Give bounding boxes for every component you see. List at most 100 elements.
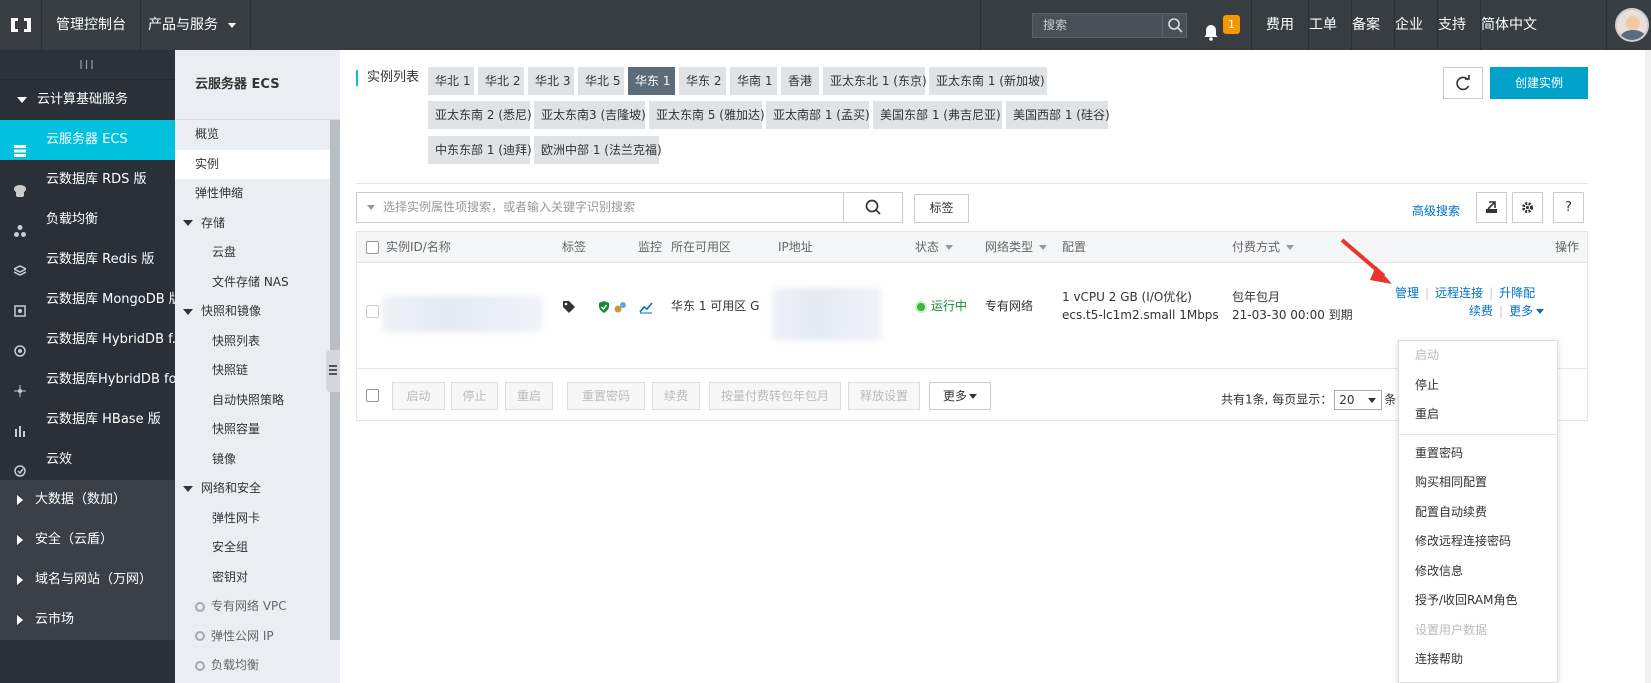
sidebar-group-domains[interactable]: 域名与网站（万网）	[0, 560, 175, 600]
more-actions-link[interactable]: 更多	[1509, 304, 1545, 318]
region-tab[interactable]: 美国东部 1 (弗吉尼亚)	[873, 101, 1002, 129]
region-tab[interactable]: 华北 1	[428, 67, 474, 95]
tag-filter-button[interactable]: 标签	[914, 194, 969, 223]
aliyun-logo[interactable]	[0, 0, 42, 50]
region-tab[interactable]: 华北 3	[528, 67, 574, 95]
page-size-select[interactable]: 20	[1334, 390, 1383, 410]
dropdown-menu-item[interactable]: 购买相同配置	[1399, 468, 1557, 498]
row-checkbox[interactable]	[366, 305, 379, 318]
region-tab[interactable]: 亚太东南 1 (新加坡)	[929, 67, 1047, 95]
region-tab[interactable]: 亚太东北 1 (东京)	[823, 67, 927, 95]
dropdown-menu-item[interactable]: 修改信息	[1399, 557, 1557, 587]
batch-more-button[interactable]: 更多	[929, 382, 991, 410]
dropdown-menu-item[interactable]: 修改远程连接密码	[1399, 527, 1557, 557]
user-avatar[interactable]	[1615, 8, 1649, 42]
console-link[interactable]: 管理控制台	[42, 0, 141, 50]
subnav-item[interactable]: 弹性公网 IP	[175, 622, 340, 652]
agent-status-icon[interactable]	[613, 300, 627, 319]
dropdown-menu-item[interactable]: 停止	[1399, 371, 1557, 401]
region-tab[interactable]: 华北 2	[478, 67, 524, 95]
language-switch[interactable]: 简体中文	[1467, 0, 1607, 50]
region-tab[interactable]: 华东 1	[628, 67, 675, 95]
redacted-instance-id[interactable]	[382, 296, 542, 332]
security-shield-icon[interactable]	[597, 300, 611, 319]
dropdown-menu-item[interactable]: 配置自动续费	[1399, 498, 1557, 528]
products-menu[interactable]: 产品与服务	[134, 0, 252, 50]
region-tab[interactable]: 亚太南部 1 (孟买)	[766, 101, 870, 129]
upgrade-downgrade-link[interactable]: 升降配	[1499, 286, 1535, 300]
renew-link[interactable]: 续费	[1469, 304, 1493, 318]
batch-start-button[interactable]: 启动	[392, 382, 445, 410]
monitor-chart-icon[interactable]	[639, 300, 653, 319]
dropdown-menu-item[interactable]: 连接帮助	[1399, 645, 1557, 675]
dropdown-menu-item[interactable]: 授予/收回RAM角色	[1399, 586, 1557, 616]
sidebar-item-yunxiao[interactable]: 云效	[0, 440, 175, 480]
subnav-item[interactable]: 快照列表	[175, 327, 340, 357]
dropdown-menu-item[interactable]: 重置密码	[1399, 439, 1557, 469]
search-icon[interactable]	[1162, 14, 1186, 37]
sidebar-item-hybriddb[interactable]: 云数据库 HybridDB f...	[0, 320, 175, 360]
batch-restart-button[interactable]: 重启	[505, 382, 553, 410]
subnav-item[interactable]: 密钥对	[175, 563, 340, 593]
subnav-item[interactable]: 存储	[175, 209, 340, 239]
subnav-item[interactable]: 快照和镜像	[175, 297, 340, 327]
region-tab[interactable]: 华南 1	[730, 67, 777, 95]
column-header-billing[interactable]: 付费方式	[1232, 232, 1295, 263]
batch-convert-billing-button[interactable]: 按量付费转包年包月	[709, 382, 841, 410]
subnav-item[interactable]: 实例	[175, 149, 340, 179]
subnav-item[interactable]: 网络和安全	[175, 474, 340, 504]
subnav-item[interactable]: 负载均衡	[175, 651, 340, 681]
sidebar-item-hbase[interactable]: 云数据库 HBase 版	[0, 400, 175, 440]
subnav-item[interactable]: 专有网络 VPC	[175, 592, 340, 622]
sidebar-item-hybriddb-mysql[interactable]: 云数据库HybridDB fo...	[0, 360, 175, 400]
subnav-item[interactable]: 快照容量	[175, 415, 340, 445]
export-button[interactable]	[1476, 192, 1507, 223]
subnav-item[interactable]: 云盘	[175, 238, 340, 268]
select-all-checkbox[interactable]	[366, 241, 379, 254]
sidebar-group-security[interactable]: 安全（云盾）	[0, 520, 175, 560]
sidebar-collapse-handle[interactable]: III	[0, 50, 175, 80]
batch-release-settings-button[interactable]: 释放设置	[848, 382, 920, 410]
footer-select-all-checkbox[interactable]	[366, 389, 379, 402]
advanced-search-link[interactable]: 高级搜索	[1412, 202, 1460, 219]
subnav-item[interactable]: 弹性伸缩	[175, 179, 340, 209]
region-tab[interactable]: 欧洲中部 1 (法兰克福)	[534, 136, 662, 164]
instance-search-button[interactable]	[843, 192, 903, 223]
settings-button[interactable]	[1512, 192, 1543, 223]
help-button[interactable]: ?	[1553, 192, 1584, 223]
sidebar-item-slb[interactable]: 负载均衡	[0, 200, 175, 240]
instance-search-input[interactable]: 选择实例属性项搜索，或者输入关键字识别搜索	[356, 192, 844, 223]
sidebar-group-bigdata[interactable]: 大数据（数加）	[0, 480, 175, 520]
subnav-item[interactable]: 文件存储 NAS	[175, 268, 340, 298]
sidebar-item-rds[interactable]: 云数据库 RDS 版	[0, 160, 175, 200]
region-tab[interactable]: 中东东部 1 (迪拜)	[428, 136, 532, 164]
batch-stop-button[interactable]: 停止	[451, 382, 498, 410]
subnav-item[interactable]: 快照链	[175, 356, 340, 386]
create-instance-button[interactable]: 创建实例	[1490, 67, 1588, 99]
subnav-item[interactable]: 弹性网卡	[175, 504, 340, 534]
manage-link[interactable]: 管理	[1395, 286, 1419, 300]
subnav-item[interactable]: 镜像	[175, 445, 340, 475]
tag-icon[interactable]	[562, 300, 576, 319]
column-header-network[interactable]: 网络类型	[985, 232, 1048, 263]
region-tab[interactable]: 美国西部 1 (硅谷)	[1006, 101, 1110, 129]
sidebar-item-ecs[interactable]: 云服务器 ECS	[0, 120, 175, 160]
sidebar-group-market[interactable]: 云市场	[0, 600, 175, 640]
subnav-item[interactable]: 安全组	[175, 533, 340, 563]
region-tab[interactable]: 亚太东南 2 (悉尼)	[428, 101, 532, 129]
subnav-item[interactable]: 概览	[175, 120, 340, 150]
region-tab[interactable]: 华北 5	[578, 67, 624, 95]
remote-connect-link[interactable]: 远程连接	[1435, 286, 1483, 300]
region-tab[interactable]: 华东 2	[679, 67, 726, 95]
batch-reset-password-button[interactable]: 重置密码	[567, 382, 645, 410]
notifications-button[interactable]: 1	[1190, 0, 1252, 50]
sidebar-group-computing[interactable]: 云计算基础服务	[0, 80, 175, 120]
subnav-item[interactable]: 自动快照策略	[175, 386, 340, 416]
top-search-input[interactable]: 搜索	[1032, 13, 1187, 38]
subnav-collapse-tab[interactable]	[326, 350, 340, 392]
sidebar-item-redis[interactable]: 云数据库 Redis 版	[0, 240, 175, 280]
refresh-button[interactable]	[1443, 67, 1483, 99]
region-tab[interactable]: 亚太东南3 (吉隆坡)	[534, 101, 646, 129]
region-tab[interactable]: 亚太东南 5 (雅加达)	[649, 101, 765, 129]
column-header-status[interactable]: 状态	[915, 232, 954, 263]
